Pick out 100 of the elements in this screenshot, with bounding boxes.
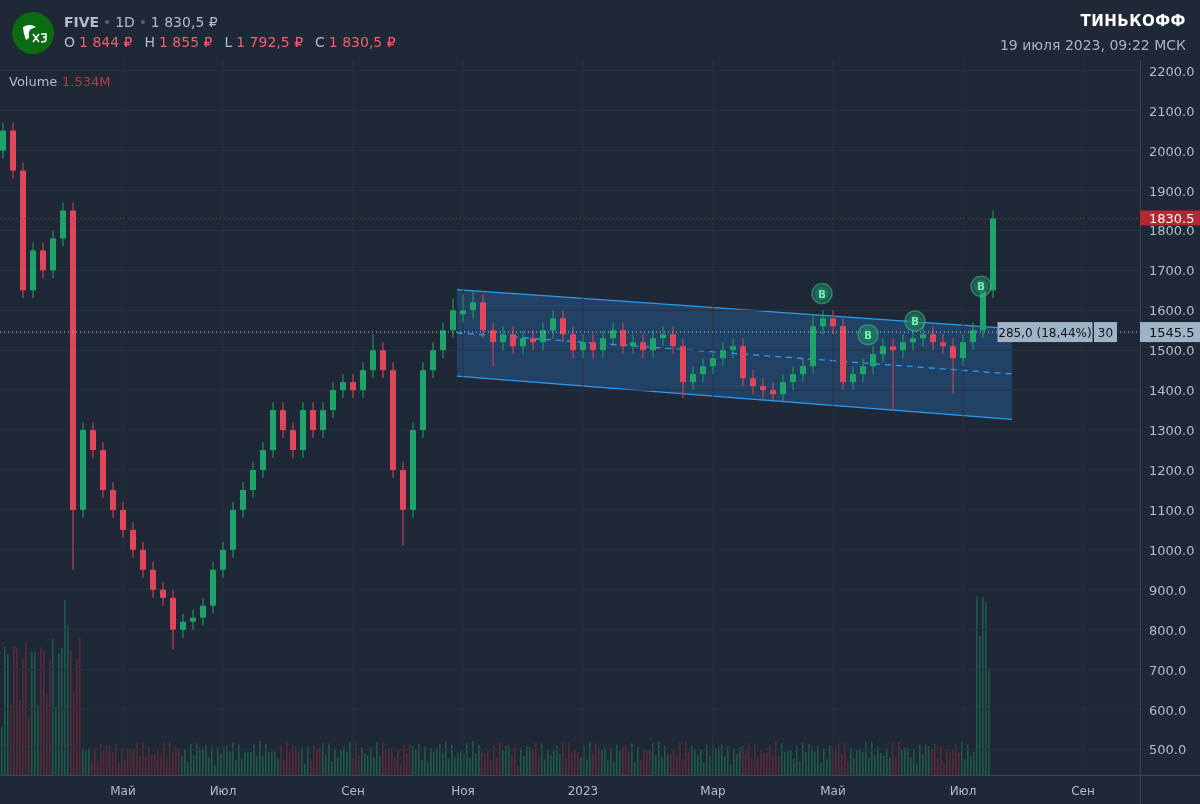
candlestick bbox=[930, 325, 936, 351]
candlestick bbox=[900, 333, 906, 359]
candlestick bbox=[830, 309, 836, 335]
candlestick bbox=[580, 333, 586, 359]
price-tick-label: 1000.0 bbox=[1149, 542, 1195, 558]
candlestick bbox=[500, 325, 506, 351]
time-tick-label: Сен bbox=[341, 784, 365, 798]
candlestick bbox=[110, 481, 116, 519]
candlestick bbox=[260, 441, 266, 479]
time-tick-label: 2023 bbox=[567, 784, 599, 798]
candlestick bbox=[700, 357, 706, 383]
measure-label: 285,0 (18,44%) bbox=[997, 322, 1093, 343]
time-tick-label: Мар bbox=[700, 784, 726, 798]
last-price: 1 830,5 ₽ bbox=[150, 14, 218, 30]
candlestick bbox=[800, 357, 806, 383]
price-tick-label: 1500.0 bbox=[1149, 343, 1195, 359]
candlestick bbox=[150, 561, 156, 599]
candlestick bbox=[670, 325, 676, 355]
candlestick bbox=[790, 365, 796, 391]
ohlc-value: 1 792,5 ₽ bbox=[236, 34, 304, 50]
buy-signal-marker[interactable]: B bbox=[811, 282, 833, 305]
candlestick bbox=[910, 329, 916, 351]
price-tick-label: 1600.0 bbox=[1149, 303, 1195, 319]
candlestick bbox=[570, 325, 576, 359]
candlestick bbox=[560, 309, 566, 343]
candlestick bbox=[320, 401, 326, 439]
ohlc-value: 1 830,5 ₽ bbox=[328, 34, 396, 50]
candlestick bbox=[550, 309, 556, 339]
candlestick bbox=[520, 329, 526, 355]
price-tick-label: 800.0 bbox=[1149, 622, 1187, 638]
buy-signal-marker[interactable]: B bbox=[904, 310, 926, 332]
time-tick-label: Сен bbox=[1071, 784, 1095, 798]
brand-name: ТИНЬКОФФ bbox=[1080, 12, 1186, 30]
candlestick bbox=[140, 541, 146, 579]
candlestick bbox=[780, 373, 786, 403]
time-tick-label: Май bbox=[820, 784, 846, 798]
candlestick bbox=[710, 349, 716, 375]
candlestick bbox=[370, 333, 376, 379]
volume-value: 1.534M bbox=[62, 74, 111, 89]
price-tick-label: 1100.0 bbox=[1149, 502, 1195, 518]
last-price-label: 1830.5 bbox=[1140, 210, 1200, 226]
candlestick bbox=[250, 461, 256, 499]
buy-signal-marker[interactable]: B bbox=[857, 323, 879, 346]
price-tick-label: 1800.0 bbox=[1149, 223, 1195, 239]
candlestick bbox=[590, 333, 596, 359]
candlestick bbox=[870, 345, 876, 375]
price-tick-label: 1400.0 bbox=[1149, 383, 1195, 399]
candlestick bbox=[200, 597, 206, 627]
candlestick bbox=[770, 381, 776, 403]
ohlc-key: O bbox=[64, 34, 76, 50]
candlestick bbox=[720, 341, 726, 367]
time-tick-label: Ноя bbox=[451, 784, 475, 798]
candlestick bbox=[470, 289, 476, 319]
price-tick-label: 500.0 bbox=[1149, 742, 1187, 758]
buy-signal-marker[interactable]: B bbox=[970, 275, 992, 298]
ohlc-value: 1 844 ₽ bbox=[79, 34, 133, 50]
candlestick bbox=[120, 501, 126, 539]
price-tick-label: 2100.0 bbox=[1149, 103, 1195, 119]
ohlc-key: L bbox=[224, 34, 233, 50]
candlestick bbox=[660, 325, 666, 347]
date-time: 19 июля 2023, 09:22 МСК bbox=[999, 37, 1186, 53]
candlestick bbox=[310, 401, 316, 439]
candlestick bbox=[160, 581, 166, 607]
candlestick bbox=[860, 357, 866, 383]
ohlc-key: C bbox=[315, 34, 325, 50]
price-tick-label: 1700.0 bbox=[1149, 263, 1195, 279]
candlestick bbox=[650, 329, 656, 359]
ohlc-key: H bbox=[144, 34, 155, 50]
time-tick-label: Июл bbox=[209, 784, 237, 798]
candlestick bbox=[610, 321, 616, 347]
price-tick-label: 600.0 bbox=[1149, 702, 1187, 718]
crosshair-price-label: 1545.5 bbox=[1140, 322, 1200, 343]
candlestick bbox=[240, 481, 246, 519]
volume-label: Volume bbox=[9, 74, 58, 89]
candlestick bbox=[920, 321, 926, 347]
candlestick bbox=[490, 321, 496, 367]
candlestick bbox=[640, 333, 646, 359]
candlestick bbox=[90, 421, 96, 459]
candlestick bbox=[750, 369, 756, 395]
candlestick bbox=[630, 333, 636, 355]
candlestick bbox=[880, 337, 886, 363]
company-logo-icon bbox=[12, 12, 54, 54]
ohlc-value: 1 855 ₽ bbox=[159, 34, 213, 50]
time-tick-label: Май bbox=[110, 784, 136, 798]
candlestick bbox=[0, 122, 6, 160]
candlestick bbox=[130, 521, 136, 559]
candlestick bbox=[190, 609, 196, 631]
candlestick bbox=[40, 241, 46, 279]
bar-count-label: 30 bbox=[1094, 322, 1117, 343]
price-tick-label: 700.0 bbox=[1149, 662, 1187, 678]
candlestick bbox=[530, 329, 536, 351]
candlestick bbox=[290, 421, 296, 459]
candlestick bbox=[280, 401, 286, 439]
candlestick bbox=[690, 365, 696, 391]
price-tick-label: 1900.0 bbox=[1149, 183, 1195, 199]
candlestick bbox=[540, 321, 546, 351]
candlestick bbox=[960, 333, 966, 367]
candlestick bbox=[340, 373, 346, 399]
candlestick bbox=[220, 541, 226, 579]
candlestick bbox=[970, 321, 976, 351]
